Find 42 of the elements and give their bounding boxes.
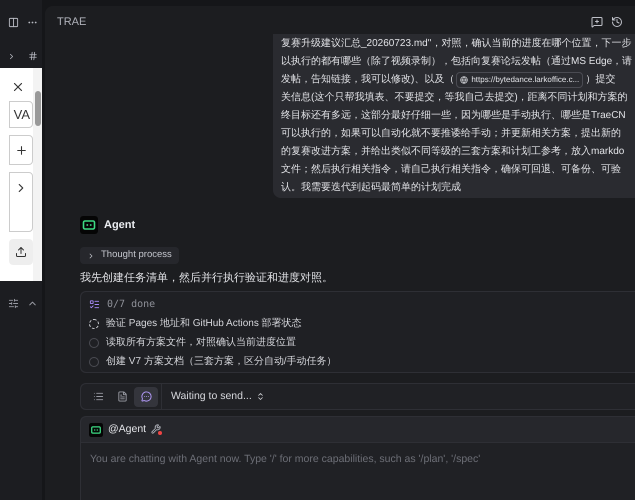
message-text: 以执行的都有哪些（除了视频录制），包括向复赛论坛发帖（通过MS Edge，请: [281, 54, 632, 69]
message-text: 的复赛改进方案，并给出类似不同等级的三套方案和计划工参考，放入markdo: [281, 144, 624, 159]
agent-name: Agent: [104, 218, 136, 233]
message-text: 可以执行的，如果可以自动化就不要推诿给手动；并更新相关方案，提出新的: [281, 126, 621, 141]
message-text: 发帖，告知链接，我可以修改)、以及（: [281, 72, 454, 87]
status-dropdown[interactable]: Waiting to send...: [171, 388, 265, 404]
document-icon: [116, 391, 128, 402]
agent-logo-icon: [89, 422, 103, 436]
upload-icon: [15, 246, 27, 258]
message-text: 终目标还有多远，这部分最好仔细一些，因为哪些是手动执行、哪些是TraeCN: [281, 108, 626, 123]
chevron-right-icon: [87, 252, 95, 260]
message-text: 认。我需要迭代到起码最简单的计划完成: [281, 180, 461, 195]
todo-summary: 0/7 done: [107, 298, 156, 312]
chat-icon: [140, 391, 152, 402]
message-text: 文件；然后执行相关指令，请自己执行相关指令，确保可回退、可备份、可验: [281, 162, 621, 177]
agent-logo-icon: [80, 216, 98, 234]
chat-tab[interactable]: [134, 386, 158, 406]
chevron-up-down-icon: [256, 392, 265, 401]
upload-button[interactable]: [9, 239, 33, 265]
settings-icon[interactable]: [8, 298, 19, 308]
scrollbar[interactable]: [33, 68, 42, 281]
history-icon[interactable]: [611, 16, 623, 28]
new-chat-icon[interactable]: [591, 16, 603, 28]
todo-item: 验证 Pages 地址和 GitHub Actions 部署状态: [106, 316, 302, 331]
agent-reply: 我先创建任务清单，然后并行执行验证和进度对照。: [80, 270, 334, 286]
tools-icon[interactable]: [151, 424, 162, 435]
agent-mention: @Agent: [108, 422, 146, 437]
todo-item: 创建 V7 方案文档（三套方案，区分自动/手动任务）: [106, 354, 337, 369]
panel-title: TRAE: [57, 14, 86, 30]
globe-icon: [460, 76, 468, 84]
link-chip[interactable]: https://bytedance.larkoffice.c...: [456, 72, 584, 88]
message-text: 关信息(这个只帮我填表、不要提交，等我自己去提交)，距离不同计划和方案的: [281, 90, 628, 105]
chat-input-field[interactable]: You are chatting with Agent now. Type '/' for more capabilities, such as '/plan', '/spec': [81, 442, 635, 500]
plus-icon: [14, 144, 28, 156]
close-icon[interactable]: [11, 80, 25, 94]
split-view-icon[interactable]: [8, 16, 19, 28]
message-text: 复赛升级建议汇总_20260723.md"，对照，确认当前的进度在哪个位置，下一步: [281, 36, 632, 51]
hash-icon[interactable]: [28, 51, 38, 61]
checklist-icon: [89, 299, 100, 310]
message-text: ）提交: [585, 72, 616, 87]
todo-item: 读取所有方案文件，对照确认当前进度位置: [106, 336, 296, 350]
thought-process-toggle[interactable]: Thought process: [80, 247, 179, 264]
